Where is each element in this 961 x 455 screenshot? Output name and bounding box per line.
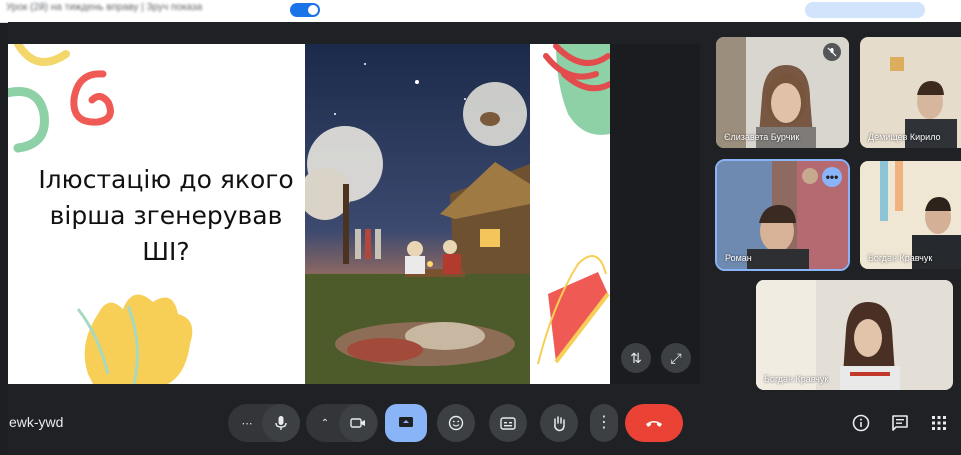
- slide-title-line: Ілюстацію до якого: [38, 165, 294, 194]
- participant-name: Єлизавета Бурчик: [724, 132, 800, 142]
- top-strip-text: Урок (2й) на тиждень вправу | Зруч показ…: [6, 2, 203, 13]
- slide-title-line: ШІ?: [142, 237, 190, 266]
- ai-illustration: [305, 44, 530, 384]
- more-options-badge[interactable]: •••: [822, 167, 842, 187]
- mic-off-icon: [827, 47, 837, 57]
- emoji-icon: [448, 415, 464, 431]
- videocam-icon: [350, 418, 365, 428]
- participant-name: Богдан Кравчук: [764, 374, 829, 384]
- expand-icon: ⤢: [670, 349, 682, 366]
- more-horiz-icon: •••: [825, 170, 839, 184]
- apps-grid-icon: [932, 416, 946, 430]
- swap-layout-button[interactable]: ⇅: [621, 343, 651, 373]
- mic-off-badge: [823, 43, 841, 61]
- swap-vert-icon: ⇅: [630, 349, 642, 366]
- slide-title: Ілюстацію до якого вірша згенерував ШІ?: [26, 162, 306, 270]
- participant-avatar: [802, 168, 818, 184]
- hand-icon: [554, 415, 565, 431]
- more-options-button[interactable]: ⋮: [590, 404, 618, 442]
- participant-tile[interactable]: Богдан Кравчук: [860, 161, 961, 269]
- meeting-details-button[interactable]: [850, 412, 872, 434]
- mic-button[interactable]: [262, 404, 300, 442]
- captions-button[interactable]: [489, 404, 527, 442]
- present-now-button[interactable]: [385, 404, 427, 442]
- meeting-code: ewk-ywd: [9, 414, 64, 430]
- activities-button[interactable]: [928, 412, 950, 434]
- info-icon: [852, 414, 870, 432]
- participant-name: Демищев Кирило: [868, 132, 941, 142]
- top-toggle[interactable]: [290, 3, 320, 17]
- participant-name: Богдан Кравчук: [868, 253, 933, 263]
- chat-button[interactable]: [889, 412, 911, 434]
- leave-call-button[interactable]: [625, 404, 683, 442]
- chat-icon: [892, 415, 908, 431]
- closed-caption-icon: [500, 416, 516, 430]
- more-horiz-icon: ⋯: [241, 417, 253, 430]
- more-vert-icon: ⋮: [596, 414, 612, 431]
- camera-button[interactable]: [339, 404, 377, 442]
- fullscreen-button[interactable]: ⤢: [661, 343, 691, 373]
- raise-hand-button[interactable]: [540, 404, 578, 442]
- slide-title-line: вірша згенерував: [49, 201, 283, 230]
- participant-tile[interactable]: Єлизавета Бурчик: [716, 37, 849, 148]
- audio-options-button[interactable]: ⋯: [232, 404, 262, 442]
- chevron-up-icon: ⌃: [320, 417, 330, 429]
- browser-top-strip: Урок (2й) на тиждень вправу | Зруч показ…: [0, 0, 961, 23]
- top-pill-button[interactable]: [805, 2, 925, 18]
- reactions-button[interactable]: [437, 404, 475, 442]
- participant-tile[interactable]: Демищев Кирило: [860, 37, 961, 148]
- presentation-slide: Ілюстацію до якого вірша згенерував ШІ?: [8, 44, 610, 384]
- call-end-icon: [646, 421, 662, 427]
- mic-icon: [275, 416, 287, 430]
- participant-tile-active[interactable]: ••• Роман: [715, 159, 850, 271]
- video-options-button[interactable]: ⌃: [310, 404, 340, 442]
- present-to-all-icon: [399, 417, 413, 427]
- participant-name: Роман: [725, 253, 752, 263]
- participant-tile[interactable]: Богдан Кравчук: [756, 280, 953, 390]
